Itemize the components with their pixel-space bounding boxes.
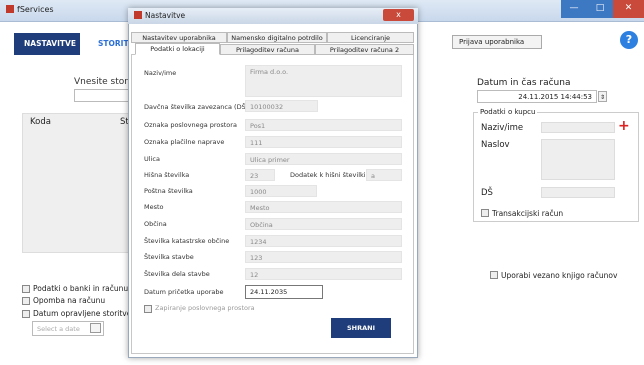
dialog-close-button[interactable]: x (383, 9, 414, 21)
maximize-button[interactable]: □ (587, 0, 613, 18)
calendar-icon[interactable] (90, 323, 101, 333)
dialog-app-icon (134, 11, 142, 19)
hisna-stevilka-label: Hišna številka (144, 171, 190, 179)
stevilka-dela-stavbe-label: Številka dela stavbe (144, 270, 210, 278)
zapiranje-checkbox[interactable] (144, 305, 152, 313)
kupec-naziv-input[interactable] (541, 122, 615, 133)
tab-namensko-potrdilo[interactable]: Namensko digitalno potrdilo (227, 32, 327, 43)
column-header-koda: Koda (30, 117, 51, 127)
kupec-ds-label: DŠ (481, 188, 493, 198)
kupec-legend: Podatki o kupcu (478, 108, 538, 116)
tab-prilagoditev-racuna-2[interactable]: Prilagoditev računa 2 (315, 44, 414, 55)
minimize-button[interactable]: — (561, 0, 587, 18)
save-button[interactable]: SHRANI (331, 318, 391, 338)
oznaka-prostora-input[interactable]: Pos1 (245, 119, 402, 131)
datetime-input[interactable]: 24.11.2015 14:44:53 (477, 90, 597, 103)
nav-storitve-button[interactable]: STORITVE (88, 33, 140, 55)
window-title: fServices (6, 5, 54, 14)
obcina-label: Občina (144, 220, 167, 228)
add-kupec-icon[interactable]: + (618, 118, 630, 134)
datum-opravljene-label: Datum opravljene storitve (33, 309, 132, 318)
help-icon[interactable]: ? (620, 31, 638, 49)
oznaka-prostora-label: Oznaka poslovnega prostora (144, 121, 237, 129)
prijava-uporabnika-button[interactable]: Prijava uporabnika (452, 35, 542, 49)
stevilka-stavbe-label: Številka stavbe (144, 253, 194, 261)
tab-prilagoditev-racuna[interactable]: Prilagoditev računa (220, 44, 315, 55)
oznaka-naprave-input[interactable]: 111 (245, 136, 402, 148)
dodatek-input[interactable]: a (366, 169, 402, 181)
vezano-checkbox[interactable] (490, 271, 498, 279)
dialog-title-text: Nastavitve (145, 11, 186, 20)
transakcijski-checkbox[interactable] (481, 209, 489, 217)
katastrska-obcina-input[interactable]: 1234 (245, 235, 402, 247)
services-table[interactable] (22, 113, 132, 253)
davcna-label: Davčna številka zavezanca (DŠ) (144, 103, 249, 111)
naziv-input[interactable]: Firma d.o.o. (245, 65, 402, 97)
postna-stevilka-label: Poštna številka (144, 187, 193, 195)
nav-nastavitve-button[interactable]: NASTAVITVE (14, 33, 80, 55)
datetime-title: Datum in čas računa (477, 78, 571, 88)
podatki-banka-label: Podatki o banki in računu (33, 284, 129, 293)
spinner-icon[interactable]: ⇕ (598, 91, 607, 102)
kupec-naslov-input[interactable] (541, 139, 615, 180)
tab-nastavitev-uporabnika[interactable]: Nastavitev uporabnika (131, 32, 227, 43)
kupec-ds-input[interactable] (541, 187, 615, 198)
postna-stevilka-input[interactable]: 1000 (245, 185, 317, 197)
stevilka-dela-stavbe-input[interactable]: 12 (245, 268, 402, 280)
window-title-text: fServices (17, 5, 54, 14)
podatki-banka-checkbox[interactable] (22, 285, 30, 293)
vezano-label: Uporabi vezano knjigo računov (501, 271, 618, 280)
opomba-label: Opomba na računu (33, 296, 106, 305)
oznaka-naprave-label: Oznaka plačilne naprave (144, 138, 225, 146)
stevilka-stavbe-input[interactable]: 123 (245, 251, 402, 263)
datum-pricetka-input[interactable]: 24.11.2035 (245, 285, 323, 299)
tab-licenciranje[interactable]: Licenciranje (327, 32, 414, 43)
app-icon (6, 5, 14, 13)
naziv-label: Naziv/ime (144, 69, 177, 77)
datum-opravljene-checkbox[interactable] (22, 310, 30, 318)
transakcijski-label: Transakcijski račun (492, 209, 564, 218)
zapiranje-label: Zapiranje poslovnega prostora (155, 304, 255, 312)
kupec-naziv-label: Naziv/ime (481, 123, 524, 133)
ulica-label: Ulica (144, 155, 160, 163)
opomba-checkbox[interactable] (22, 297, 30, 305)
tab-podatki-o-lokaciji[interactable]: Podatki o lokaciji (135, 43, 220, 55)
datum-pricetka-label: Datum pričetka uporabe (144, 288, 224, 296)
search-input[interactable] (74, 89, 134, 102)
ulica-input[interactable]: Ulica primer (245, 153, 402, 165)
davcna-input[interactable]: 10100032 (245, 100, 318, 112)
dodatek-label: Dodatek k hišni številki (290, 171, 366, 179)
katastrska-obcina-label: Številka katastrske občine (144, 237, 230, 245)
close-button[interactable]: ✕ (613, 0, 644, 18)
hisna-stevilka-input[interactable]: 23 (245, 169, 275, 181)
kupec-naslov-label: Naslov (481, 140, 510, 150)
mesto-label: Mesto (144, 203, 164, 211)
mesto-input[interactable]: Mesto (245, 201, 402, 213)
obcina-input[interactable]: Občina (245, 218, 402, 230)
dialog-title: Nastavitve (134, 11, 185, 20)
